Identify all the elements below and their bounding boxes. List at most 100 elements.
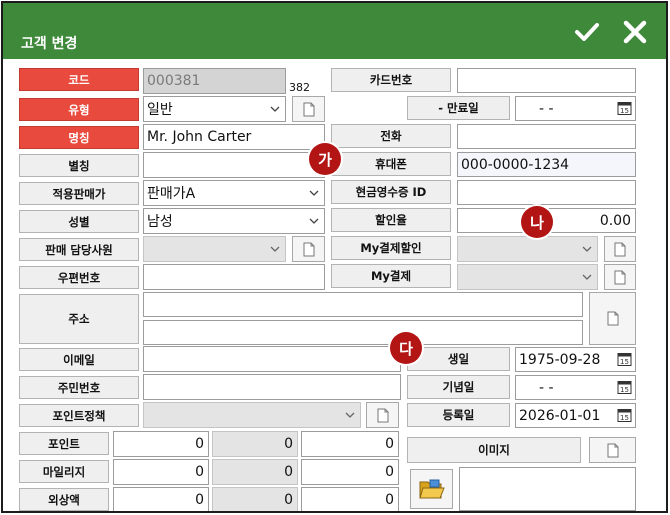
expiry-date-field[interactable]: - - 15 [515,96,636,121]
zipcode-label: 우편번호 [19,266,139,289]
svg-text:15: 15 [620,414,629,422]
code-label: 코드 [19,68,139,91]
chevron-down-icon [345,412,355,418]
gender-label: 성별 [19,210,139,233]
birthday-label: 생일 [407,347,510,371]
name-label: 명칭 [19,126,139,149]
points-value-2: 0 [212,431,298,457]
address-line1-field[interactable] [143,292,583,317]
cash-receipt-id-field[interactable] [457,180,636,205]
document-icon [303,102,314,116]
my-discount-select[interactable] [457,236,598,262]
chevron-down-icon [270,106,280,112]
code-field: 000381 [143,68,286,94]
document-icon [607,311,618,326]
points-label: 포인트 [19,432,109,455]
alias-field[interactable] [143,152,325,178]
birthday-date-field[interactable]: 1975-09-28 15 [515,347,636,372]
name-field[interactable]: Mr. John Carter [143,124,325,150]
mileage-value-3[interactable]: 0 [301,459,399,485]
type-doc-button[interactable] [292,96,325,122]
document-icon [303,242,314,256]
address-label: 주소 [19,294,139,344]
expiry-label: - 만료일 [407,96,510,120]
phone-label: 전화 [331,124,451,148]
folder-open-icon [418,479,445,499]
point-policy-doc-button[interactable] [366,402,399,428]
image-label: 이미지 [407,437,581,463]
anniversary-label: 기념일 [407,375,510,399]
price-level-label: 적용판매가 [19,182,139,205]
point-policy-label: 포인트정책 [19,404,139,427]
cash-receipt-id-label: 현금영수증 ID [331,180,451,204]
chevron-down-icon [309,218,319,224]
point-policy-select[interactable] [143,402,361,428]
mileage-value-2: 0 [212,459,298,485]
discount-rate-label: 할인율 [331,208,451,232]
receivable-value-1[interactable]: 0 [113,487,209,511]
receivable-value-2: 0 [212,487,298,511]
marker-a: 가 [309,143,341,175]
points-value-3[interactable]: 0 [301,431,399,457]
zipcode-field[interactable] [143,264,325,290]
receivable-label: 외상액 [19,488,109,511]
phone-field[interactable] [457,124,636,149]
sales-rep-select[interactable] [143,236,286,262]
registered-date-field[interactable]: 2026-01-01 15 [515,403,636,428]
chevron-down-icon [582,274,592,280]
document-icon [607,443,618,457]
address-line2-field[interactable] [143,320,583,345]
document-icon [377,408,388,422]
mileage-label: 마일리지 [19,460,109,483]
svg-text:15: 15 [620,386,629,394]
email-field[interactable] [143,346,401,372]
email-label: 이메일 [19,348,139,371]
mileage-value-1[interactable]: 0 [113,459,209,485]
mobile-label: 휴대폰 [331,152,451,176]
my-discount-label: My결제할인 [331,236,451,260]
my-discount-doc-button[interactable] [604,236,636,262]
image-doc-button[interactable] [589,437,636,463]
resident-no-field[interactable] [143,374,401,400]
checkmark-icon[interactable] [572,17,602,47]
calendar-icon[interactable]: 15 [617,352,632,367]
marker-c: 다 [390,332,422,364]
my-payment-select[interactable] [457,264,598,290]
my-payment-label: My결제 [331,264,451,288]
mobile-field[interactable]: 000-0000-1234 [457,152,636,177]
dialog-title: 고객 변경 [21,36,78,52]
my-payment-doc-button[interactable] [604,264,636,290]
address-doc-button[interactable] [589,292,636,345]
chevron-down-icon [270,246,280,252]
chevron-down-icon [309,190,319,196]
document-icon [614,242,626,256]
price-level-value: 판매가A [147,186,196,202]
card-no-field[interactable] [457,68,636,93]
receivable-value-3[interactable]: 0 [301,487,399,511]
card-no-label: 카드번호 [331,68,451,92]
type-select[interactable]: 일반 [143,96,286,122]
price-level-select[interactable]: 판매가A [143,180,325,206]
anniversary-value: - - [539,379,554,396]
document-icon [614,270,626,284]
gender-value: 남성 [147,214,173,230]
calendar-icon[interactable]: 15 [617,408,632,423]
points-value-1[interactable]: 0 [113,431,209,457]
sales-rep-label: 판매 담당사원 [19,238,139,261]
code-count: 382 [289,81,310,94]
close-x-icon[interactable] [620,17,650,47]
expiry-value: - - [539,100,554,117]
gender-select[interactable]: 남성 [143,208,325,234]
calendar-icon[interactable]: 15 [617,101,632,116]
image-preview [459,467,636,511]
svg-text:15: 15 [620,107,629,115]
type-value: 일반 [147,102,173,118]
customer-edit-dialog: 고객 변경 코드 000381 382 유형 일반 명칭 Mr. John Ca… [1,1,668,513]
image-open-button[interactable] [410,469,453,509]
title-bar: 고객 변경 [3,3,666,59]
calendar-icon[interactable]: 15 [617,380,632,395]
sales-rep-doc-button[interactable] [292,236,325,262]
anniversary-date-field[interactable]: - - 15 [515,375,636,400]
marker-b: 나 [521,206,553,238]
type-label: 유형 [19,98,139,121]
